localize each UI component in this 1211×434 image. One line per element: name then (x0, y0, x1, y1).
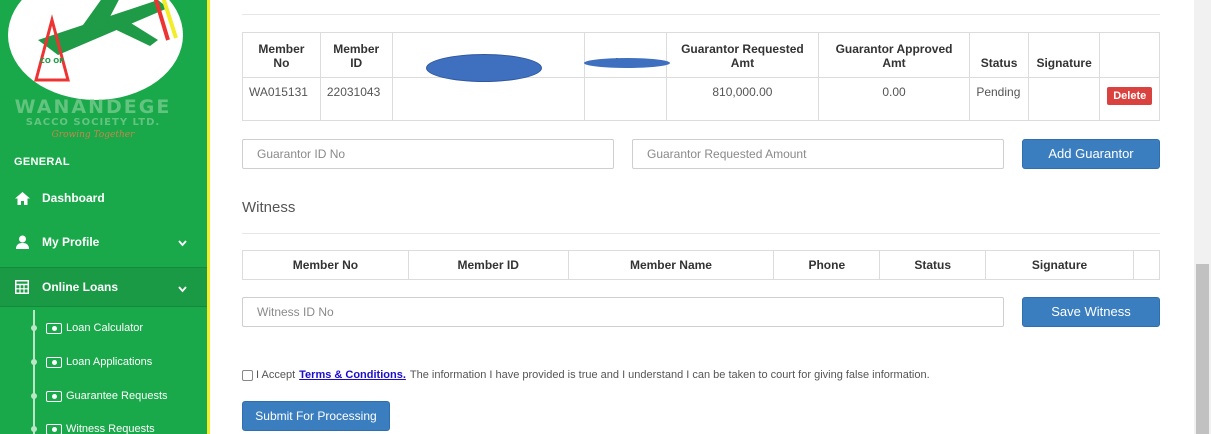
column-header: Status (969, 32, 1029, 78)
column-header: Member ID (319, 32, 393, 78)
cell-approved-amt: 0.00 (817, 77, 971, 121)
cell-member-name (391, 77, 586, 121)
home-icon (14, 190, 30, 206)
column-header: Member No (242, 250, 409, 280)
main-content: Member No Member ID Member Name Phone Gu… (228, 0, 1178, 434)
sidebar-item-label: Dashboard (42, 191, 105, 205)
sidebar-subitem-label: Loan Applications (66, 356, 153, 368)
sidebar-subitem-loan-applications[interactable]: Loan Applications (0, 346, 207, 378)
add-guarantor-button[interactable]: Add Guarantor (1022, 139, 1160, 169)
column-header: Member No (242, 32, 321, 78)
money-icon (46, 423, 62, 434)
scrollbar-thumb[interactable] (1196, 264, 1209, 434)
user-icon (14, 234, 30, 250)
table-header-row: Member No Member ID Member Name Phone Gu… (242, 32, 1160, 78)
money-icon (46, 322, 62, 334)
guarantor-id-input[interactable] (242, 139, 614, 169)
terms-text: The information I have provided is true … (409, 369, 930, 381)
column-header: Status (879, 250, 987, 280)
sidebar-item-my-profile[interactable]: My Profile (0, 222, 207, 262)
submit-for-processing-button[interactable]: Submit For Processing (242, 401, 390, 431)
column-header: Guarantor Requested Amt (666, 32, 819, 78)
sidebar-item-label: Online Loans (42, 280, 119, 294)
sidebar-item-dashboard[interactable]: Dashboard (0, 178, 207, 218)
column-header: Signature (1027, 32, 1101, 78)
cell-member-no: WA015131 (242, 77, 321, 121)
table-header-row: Member No Member ID Member Name Phone St… (242, 250, 1161, 280)
bullet-icon (31, 325, 37, 331)
cell-status: Pending (969, 77, 1029, 121)
guarantor-amount-input[interactable] (632, 139, 1004, 169)
cell-requested-amt: 810,000.00 (666, 77, 819, 121)
sidebar-item-label: My Profile (42, 235, 100, 249)
delete-button[interactable]: Delete (1107, 87, 1153, 105)
accept-terms-checkbox[interactable] (242, 369, 253, 381)
column-header: Phone (584, 32, 668, 78)
terms-prefix: I Accept (256, 369, 296, 381)
logo-emblem: CO OP (8, 0, 183, 100)
divider (242, 14, 1160, 15)
logo-coop-text: CO OP (40, 57, 65, 65)
bullet-icon (31, 359, 37, 365)
money-icon (46, 390, 62, 402)
chevron-down-icon (178, 236, 187, 250)
sidebar-subitem-label: Witness Requests (66, 423, 155, 434)
witness-id-input[interactable] (242, 297, 1004, 327)
cell-phone (584, 77, 668, 121)
witness-table: Member No Member ID Member Name Phone St… (242, 250, 1161, 280)
redaction-mark (584, 58, 670, 68)
redaction-mark (426, 54, 542, 82)
brand-tagline: Growing Together (51, 130, 135, 140)
sidebar-subitem-loan-calculator[interactable]: Loan Calculator (0, 312, 207, 344)
witness-section-title: Witness (242, 199, 296, 216)
calculator-icon (14, 279, 30, 295)
cell-action: Delete (1099, 77, 1160, 121)
sidebar-subitem-guarantee-requests[interactable]: Guarantee Requests (0, 380, 207, 412)
cell-member-id: 22031043 (319, 77, 393, 121)
airplane-logo-icon: CO OP (34, 0, 178, 82)
app-window: CO OP WANANDEGE SACCO SOCIETY LTD. Growi… (0, 0, 1211, 434)
column-header: Member Name (567, 250, 775, 280)
brand-logo: CO OP WANANDEGE SACCO SOCIETY LTD. Growi… (0, 0, 207, 148)
divider (242, 233, 1160, 234)
chevron-down-icon (178, 282, 187, 296)
bullet-icon (31, 426, 37, 432)
table-row: WA015131 22031043 810,000.00 0.00 Pendin… (242, 77, 1160, 121)
sidebar-subitem-label: Guarantee Requests (66, 390, 168, 402)
sidebar-subitem-label: Loan Calculator (66, 322, 144, 334)
guarantors-table: Member No Member ID Member Name Phone Gu… (242, 32, 1160, 121)
brand-name: WANANDEGE (14, 96, 172, 118)
nav-section-general: GENERAL (14, 156, 70, 168)
sidebar-item-online-loans[interactable]: Online Loans (0, 267, 207, 307)
terms-link[interactable]: Terms & Conditions. (299, 369, 406, 381)
column-header (1099, 32, 1160, 78)
column-header (1132, 250, 1161, 280)
money-icon (46, 356, 62, 368)
column-header: Guarantor Approved Amt (817, 32, 971, 78)
brand-subtitle: SACCO SOCIETY LTD. (25, 117, 161, 128)
cell-signature (1027, 77, 1101, 121)
sidebar-subitem-witness-requests[interactable]: Witness Requests (0, 413, 207, 434)
column-header: Member ID (407, 250, 569, 280)
sidebar: CO OP WANANDEGE SACCO SOCIETY LTD. Growi… (0, 0, 210, 434)
terms-row: I Accept Terms & Conditions. The informa… (242, 369, 930, 381)
column-header: Signature (985, 250, 1134, 280)
column-header: Phone (773, 250, 881, 280)
save-witness-button[interactable]: Save Witness (1022, 297, 1160, 327)
bullet-icon (31, 393, 37, 399)
